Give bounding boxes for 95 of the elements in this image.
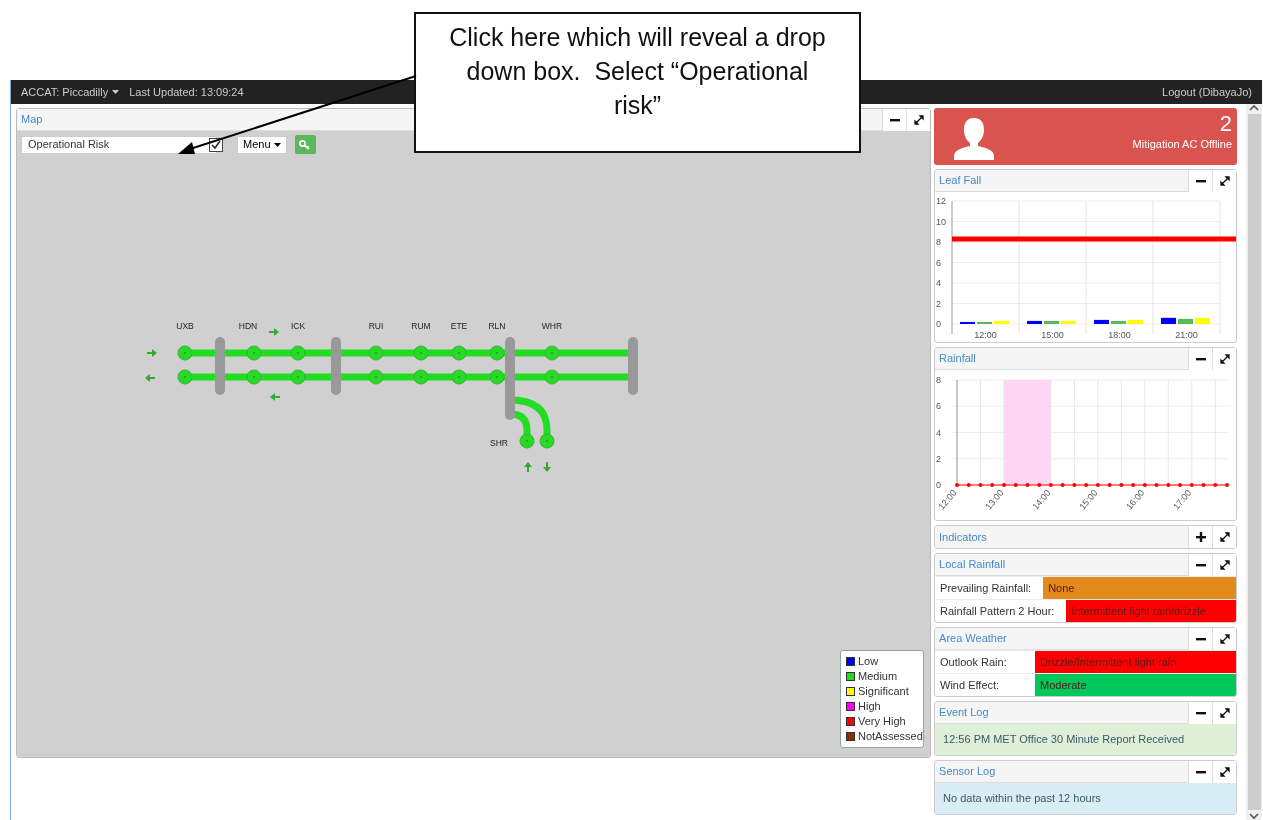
- field-label: Outlook Rain:: [939, 654, 1008, 670]
- left-arrow-icon: [145, 374, 156, 382]
- legend-label: Very High: [858, 714, 906, 729]
- last-updated-text: Last Updated: 13:09:24: [129, 84, 244, 100]
- fullscreen-button[interactable]: [1212, 702, 1237, 724]
- left-arrow-icon: [270, 393, 281, 401]
- field-label: Wind Effect:: [939, 677, 1001, 693]
- station-label: RUI: [368, 321, 384, 331]
- fullscreen-button[interactable]: [1212, 526, 1237, 548]
- axis-tick-label: 2: [936, 298, 942, 309]
- panel-title: Area Weather: [938, 631, 1008, 647]
- right-arrow-icon: [268, 328, 279, 336]
- axis-tick-label: 12: [936, 196, 947, 206]
- log-message: No data within the past 12 hours: [935, 783, 1237, 814]
- fullscreen-icon: [1219, 532, 1230, 542]
- fullscreen-button[interactable]: [906, 108, 931, 131]
- panel-title: Leaf Fall: [938, 173, 983, 189]
- fullscreen-button[interactable]: [1212, 628, 1237, 650]
- minimize-button[interactable]: [1188, 554, 1213, 576]
- minimize-button[interactable]: [1188, 170, 1213, 192]
- legend-label: Significant: [858, 684, 909, 699]
- scrollbar[interactable]: [1246, 104, 1262, 820]
- fullscreen-icon: [1219, 707, 1230, 718]
- field-label: Rainfall Pattern 2 Hour:: [939, 603, 1056, 619]
- person-icon: [952, 116, 997, 160]
- fullscreen-icon: [1219, 559, 1230, 570]
- panel-title: Rainfall: [938, 351, 977, 367]
- axis-tick-label: 2: [936, 453, 942, 464]
- minimize-button[interactable]: [882, 108, 907, 131]
- right-arrow-icon: [146, 349, 157, 357]
- minimize-button[interactable]: [1188, 761, 1213, 783]
- station-label: WHR: [541, 321, 563, 331]
- station-label: ICK: [290, 321, 306, 331]
- expand-button[interactable]: [1188, 526, 1213, 548]
- menu-button[interactable]: Menu: [237, 135, 287, 154]
- station-label: RUM: [411, 321, 431, 331]
- fullscreen-icon: [1219, 175, 1230, 186]
- legend-label: NotAssessed: [858, 729, 923, 744]
- axis-tick-label: 0: [936, 319, 942, 329]
- axis-tick-label: 15:00: [1041, 330, 1064, 340]
- alert-count: 2: [1218, 112, 1233, 136]
- status-value: Drizzle/Intermittent light rain: [1035, 651, 1237, 673]
- alert-message: Mitigation AC Offline: [1132, 137, 1233, 152]
- legend-label: Low: [858, 654, 879, 669]
- axis-tick-label: 6: [936, 401, 942, 412]
- minimize-button[interactable]: [1188, 348, 1213, 370]
- logout-link[interactable]: Logout (DibayaJo): [1162, 83, 1252, 101]
- station-label: SHR: [490, 438, 508, 448]
- up-arrow-icon: [524, 462, 532, 473]
- callout-text: Click here which will reveal a drop down box. Select “Operational risk”: [414, 12, 861, 153]
- minimize-button[interactable]: [1188, 702, 1213, 724]
- fullscreen-icon: [1219, 766, 1230, 777]
- scroll-down-icon[interactable]: [1249, 812, 1259, 820]
- axis-tick-label: 0: [936, 480, 942, 490]
- panel-title: Sensor Log: [938, 764, 997, 780]
- log-message: 12:56 PM MET Office 30 Minute Report Received: [935, 724, 1237, 755]
- field-label: Prevailing Rainfall:: [939, 580, 1033, 596]
- fullscreen-icon: [1219, 633, 1230, 644]
- axis-tick-label: 18:00: [1108, 330, 1131, 340]
- fullscreen-button[interactable]: [1212, 348, 1237, 370]
- site-dropdown[interactable]: ACCAT: Piccadilly: [21, 83, 120, 101]
- station-label: HDN: [238, 321, 258, 331]
- axis-tick-label: 8: [936, 375, 942, 385]
- key-icon: [299, 139, 312, 150]
- fullscreen-icon: [1219, 353, 1230, 364]
- legend-label: Medium: [858, 669, 898, 684]
- caret-icon: [112, 90, 120, 94]
- axis-tick-label: 4: [936, 427, 942, 438]
- fullscreen-button[interactable]: [1212, 761, 1237, 783]
- fullscreen-button[interactable]: [1212, 170, 1237, 192]
- panel-title: Local Rainfall: [938, 557, 1007, 573]
- layer-select[interactable]: Operational Risk: [21, 135, 217, 154]
- scroll-up-icon[interactable]: [1249, 104, 1259, 112]
- station-label: RLN: [488, 321, 506, 331]
- status-value: None: [1043, 577, 1237, 599]
- axis-tick-label: 4: [936, 278, 942, 288]
- axis-tick-label: 12:00: [974, 330, 997, 340]
- legend-label: High: [858, 699, 881, 714]
- axis-tick-label: 6: [936, 257, 942, 268]
- axis-tick-label: 21:00: [1175, 330, 1198, 340]
- panel-title: Map: [20, 112, 44, 128]
- down-arrow-icon: [543, 461, 551, 472]
- panel-title: Event Log: [938, 705, 990, 721]
- panel-title: Indicators: [938, 529, 988, 545]
- fullscreen-button[interactable]: [1212, 554, 1237, 576]
- station-label: UXB: [176, 321, 194, 331]
- status-value: Moderate: [1035, 674, 1237, 696]
- plus-icon: [1195, 532, 1206, 542]
- station-label: ETE: [450, 321, 468, 331]
- caret-icon: [273, 142, 281, 147]
- status-value: Intermittent light rain/drizzle: [1066, 600, 1237, 622]
- fullscreen-icon: [913, 114, 924, 125]
- axis-tick-label: 10: [936, 216, 947, 227]
- minimize-button[interactable]: [1188, 628, 1213, 650]
- axis-tick-label: 8: [936, 237, 942, 247]
